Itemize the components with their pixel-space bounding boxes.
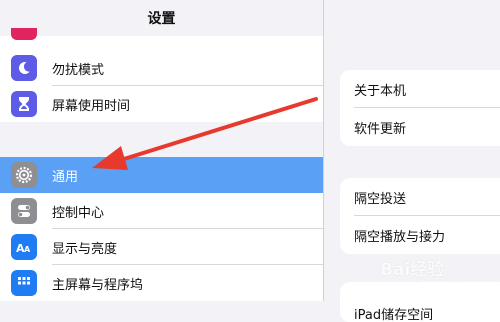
sidebar-item-label: 主屏幕与程序坞: [52, 274, 143, 293]
home-grid-icon: [11, 270, 37, 296]
sidebar-item-do-not-disturb[interactable]: 勿扰模式: [0, 50, 323, 86]
sidebar-item-home-screen-dock[interactable]: 主屏幕与程序坞: [0, 265, 323, 301]
hourglass-icon: [11, 91, 37, 117]
row-label: iPad储存空间: [354, 304, 433, 322]
watermark-url: jingyan.baidu.com: [420, 279, 494, 288]
gear-icon: [11, 162, 37, 188]
sidebar-item-label: 显示与亮度: [52, 238, 117, 257]
sidebar-item-label: 通用: [52, 166, 78, 185]
settings-sidebar: 设置 勿扰模式 屏幕使用时间 通用: [0, 0, 323, 301]
row-about[interactable]: 关于本机: [340, 70, 500, 108]
row-airdrop[interactable]: 隔空投送: [340, 178, 500, 216]
row-airplay-handoff[interactable]: 隔空播放与接力: [340, 216, 500, 254]
baidu-watermark: Bai经验 jingyan.baidu.com: [380, 255, 495, 295]
sidebar-item-screen-time[interactable]: 屏幕使用时间: [0, 86, 323, 122]
sidebar-item-display-brightness[interactable]: A A 显示与亮度: [0, 229, 323, 265]
panel-group-airdrop: 隔空投送 隔空播放与接力: [340, 178, 500, 254]
panel-group-about: 关于本机 软件更新: [340, 70, 500, 146]
sidebar-item-label: 控制中心: [52, 202, 104, 221]
moon-icon: [11, 55, 37, 81]
row-software-update[interactable]: 软件更新: [340, 108, 500, 146]
sidebar-group-general: 通用 控制中心 A A 显示与亮度: [0, 157, 323, 301]
sidebar-item-general[interactable]: 通用: [0, 157, 323, 193]
row-label: 隔空播放与接力: [354, 226, 445, 245]
row-label: 隔空投送: [354, 188, 406, 207]
sidebar-group-focus: 勿扰模式 屏幕使用时间: [0, 36, 323, 122]
sidebar-item-label: 勿扰模式: [52, 59, 104, 78]
watermark-text: Bai经验: [380, 255, 444, 280]
scrolled-item-peek: [11, 28, 37, 40]
sidebar-item-label: 屏幕使用时间: [52, 95, 130, 114]
sidebar-item-control-center[interactable]: 控制中心: [0, 193, 323, 229]
row-label: 软件更新: [354, 118, 406, 137]
svg-text:A: A: [24, 245, 31, 254]
text-size-icon: A A: [11, 234, 37, 260]
sidebar-title: 设置: [0, 0, 323, 36]
row-label: 关于本机: [354, 80, 406, 99]
toggles-icon: [11, 198, 37, 224]
